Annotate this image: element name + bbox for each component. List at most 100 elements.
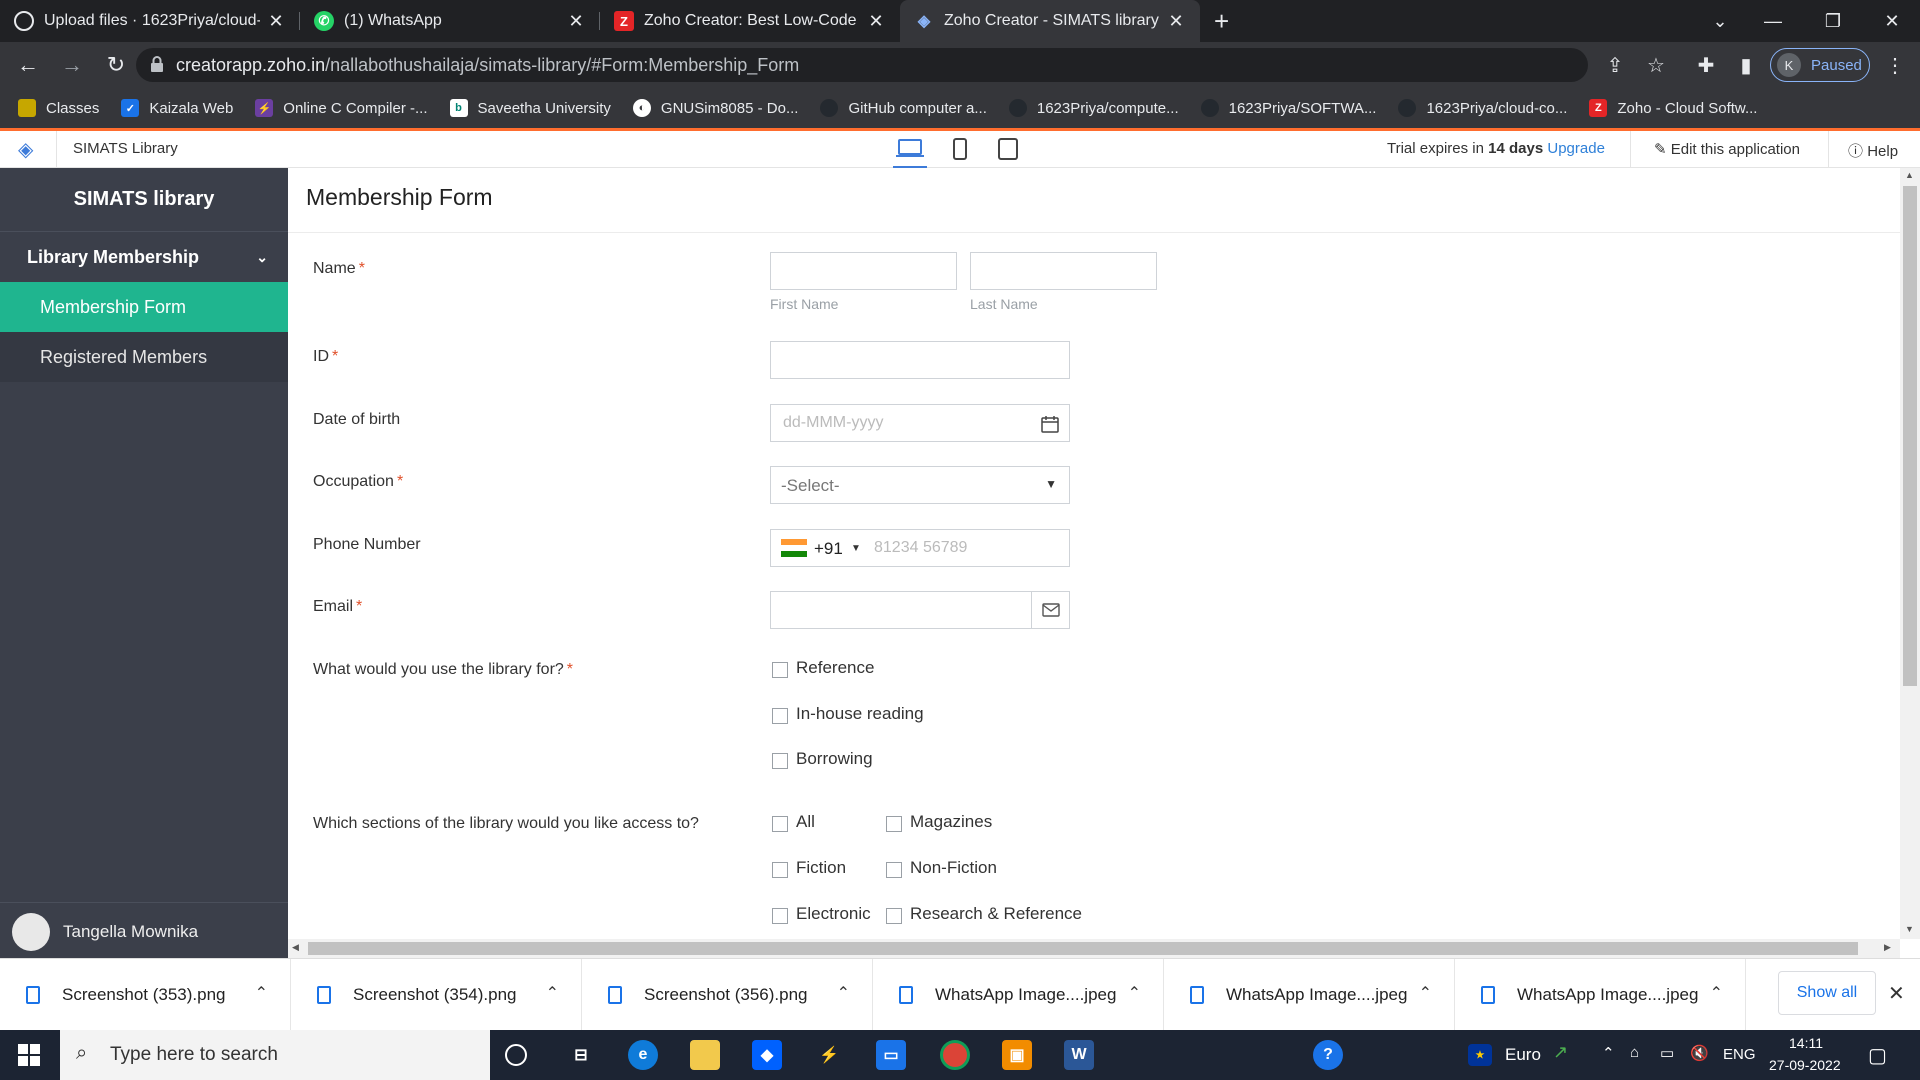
screen-app-icon[interactable]: ▭ <box>876 1040 906 1070</box>
volume-muted-icon[interactable]: 🔇 <box>1690 1044 1709 1062</box>
checkbox-all[interactable] <box>772 816 788 832</box>
download-item[interactable]: WhatsApp Image....jpeg ⌃ <box>873 959 1164 1031</box>
sidebar-section-library-membership[interactable]: Library Membership ⌄ <box>0 232 288 282</box>
dropbox-icon[interactable]: ◆ <box>752 1040 782 1070</box>
edge-icon[interactable]: e <box>628 1040 658 1070</box>
bookmark-item[interactable]: Classes <box>18 99 99 117</box>
cortana-icon[interactable] <box>505 1044 527 1066</box>
minimize-icon[interactable]: — <box>1745 0 1801 42</box>
close-tab-icon[interactable]: ✕ <box>866 11 886 32</box>
close-downloads-icon[interactable]: ✕ <box>1888 981 1905 1006</box>
id-input[interactable] <box>770 341 1070 379</box>
sidebar-item-membership-form[interactable]: Membership Form <box>0 282 288 332</box>
mobile-view-icon[interactable] <box>951 138 969 164</box>
scroll-up-icon[interactable]: ▲ <box>1905 170 1914 180</box>
chevron-up-icon[interactable]: ⌃ <box>837 983 850 1003</box>
download-item[interactable]: Screenshot (354).png ⌃ <box>291 959 582 1031</box>
reload-icon[interactable]: ↻ <box>94 42 138 88</box>
chevron-up-icon[interactable]: ⌃ <box>1128 983 1141 1003</box>
clock-date[interactable]: 27-09-2022 <box>1769 1057 1841 1073</box>
checkbox-fiction[interactable] <box>772 862 788 878</box>
side-panel-icon[interactable]: ▮ <box>1731 50 1761 80</box>
country-code[interactable]: +91 <box>814 539 843 559</box>
extensions-icon[interactable]: ✚ <box>1691 50 1721 80</box>
browser-tab[interactable]: Upload files · 1623Priya/cloud-co ✕ <box>0 0 300 42</box>
chevron-up-icon[interactable]: ⌃ <box>1710 983 1723 1003</box>
back-icon[interactable]: ← <box>6 42 50 88</box>
occupation-select[interactable]: -Select- ▼ <box>770 466 1070 504</box>
chevron-up-icon[interactable]: ⌃ <box>1602 1044 1615 1062</box>
scroll-down-icon[interactable]: ▼ <box>1905 924 1914 934</box>
chrome-icon[interactable] <box>940 1040 970 1070</box>
chevron-up-icon[interactable]: ⌃ <box>255 983 268 1003</box>
bookmark-item[interactable]: Z Zoho - Cloud Softw... <box>1589 99 1757 117</box>
close-tab-icon[interactable]: ✕ <box>566 11 586 32</box>
bookmark-item[interactable]: ⚡ Online C Compiler -... <box>255 99 428 117</box>
stocks-icon[interactable]: ↗ <box>1553 1042 1568 1063</box>
chevron-up-icon[interactable]: ⌃ <box>546 983 559 1003</box>
chevron-up-icon[interactable]: ⌃ <box>1419 983 1432 1003</box>
notifications-icon[interactable]: ▢ <box>1868 1043 1887 1068</box>
download-item[interactable]: WhatsApp Image....jpeg ⌃ <box>1455 959 1746 1031</box>
close-tab-icon[interactable]: ✕ <box>1166 11 1186 32</box>
scroll-left-icon[interactable]: ◀ <box>292 942 299 953</box>
bookmark-item[interactable]: GitHub computer a... <box>820 99 987 117</box>
zoho-creator-logo-icon[interactable]: ◈ <box>18 137 33 162</box>
scroll-thumb[interactable] <box>308 942 1858 955</box>
close-tab-icon[interactable]: ✕ <box>266 11 286 32</box>
windows-start-icon[interactable] <box>18 1044 40 1066</box>
weather-label[interactable]: Euro <box>1505 1045 1541 1065</box>
file-explorer-icon[interactable] <box>690 1040 720 1070</box>
bookmark-star-icon[interactable]: ☆ <box>1641 50 1671 80</box>
india-flag-icon[interactable] <box>781 539 807 557</box>
browser-tab-active[interactable]: ◈ Zoho Creator - SIMATS library ✕ <box>900 0 1200 42</box>
horizontal-scrollbar[interactable]: ◀ ▶ <box>288 939 1900 958</box>
bookmark-item[interactable]: b Saveetha University <box>449 99 611 117</box>
checkbox-reference[interactable] <box>772 662 788 678</box>
checkbox-research-reference[interactable] <box>886 908 902 924</box>
network-icon[interactable]: ⌂ <box>1630 1044 1639 1061</box>
scroll-thumb[interactable] <box>1903 186 1917 686</box>
clock-time[interactable]: 14:11 <box>1789 1035 1823 1051</box>
bookmark-item[interactable]: 1623Priya/cloud-co... <box>1398 99 1567 117</box>
upgrade-link[interactable]: Upgrade <box>1547 140 1605 157</box>
scroll-right-icon[interactable]: ▶ <box>1884 942 1891 953</box>
first-name-input[interactable] <box>770 252 957 290</box>
checkbox-electronic[interactable] <box>772 908 788 924</box>
desktop-view-icon[interactable] <box>893 136 927 168</box>
checkbox-non-fiction[interactable] <box>886 862 902 878</box>
task-view-icon[interactable]: ⊟ <box>566 1040 596 1070</box>
more-menu-icon[interactable]: ⋮ <box>1880 50 1910 80</box>
browser-tab[interactable]: Z Zoho Creator: Best Low-Code Cu ✕ <box>600 0 900 42</box>
phone-input[interactable]: +91 ▼ 81234 56789 <box>770 529 1070 567</box>
forward-icon[interactable]: → <box>50 42 94 88</box>
user-profile[interactable]: Tangella Mownika <box>12 913 198 951</box>
share-icon[interactable]: ⇪ <box>1600 50 1630 80</box>
word-icon[interactable]: W <box>1064 1040 1094 1070</box>
checkbox-magazines[interactable] <box>886 816 902 832</box>
last-name-input[interactable] <box>970 252 1157 290</box>
download-item[interactable]: Screenshot (356).png ⌃ <box>582 959 873 1031</box>
language-indicator[interactable]: ENG <box>1723 1046 1756 1063</box>
vertical-scrollbar[interactable]: ▲ ▼ <box>1900 168 1920 939</box>
calendar-icon[interactable] <box>1041 415 1059 433</box>
sidebar-item-registered-members[interactable]: Registered Members <box>0 332 288 382</box>
bookmark-item[interactable]: 1623Priya/SOFTWA... <box>1200 99 1376 117</box>
edit-application-button[interactable]: ✎ Edit this application <box>1654 140 1800 158</box>
bookmark-item[interactable]: ✓ Kaizala Web <box>121 99 233 117</box>
profile-button[interactable]: K Paused <box>1770 48 1870 82</box>
restore-icon[interactable]: ❐ <box>1805 0 1861 42</box>
browser-tab[interactable]: ✆ (1) WhatsApp ✕ <box>300 0 600 42</box>
new-tab-button[interactable]: + <box>1200 0 1243 42</box>
app-icon[interactable]: ⚡ <box>814 1040 844 1070</box>
help-icon[interactable]: ? <box>1313 1040 1343 1070</box>
bookmark-item[interactable]: 1623Priya/compute... <box>1008 99 1179 117</box>
tab-search-icon[interactable]: ⌄ <box>1692 0 1748 42</box>
tablet-view-icon[interactable] <box>997 138 1019 164</box>
email-input[interactable] <box>770 591 1070 629</box>
taskbar-search-input[interactable]: ⌕ Type here to search <box>60 1030 490 1080</box>
url-bar[interactable]: creatorapp.zoho.in/nallabothushailaja/si… <box>136 48 1588 82</box>
download-item[interactable]: WhatsApp Image....jpeg ⌃ <box>1164 959 1455 1031</box>
date-of-birth-input[interactable]: dd-MMM-yyyy <box>770 404 1070 442</box>
checkbox-in-house-reading[interactable] <box>772 708 788 724</box>
